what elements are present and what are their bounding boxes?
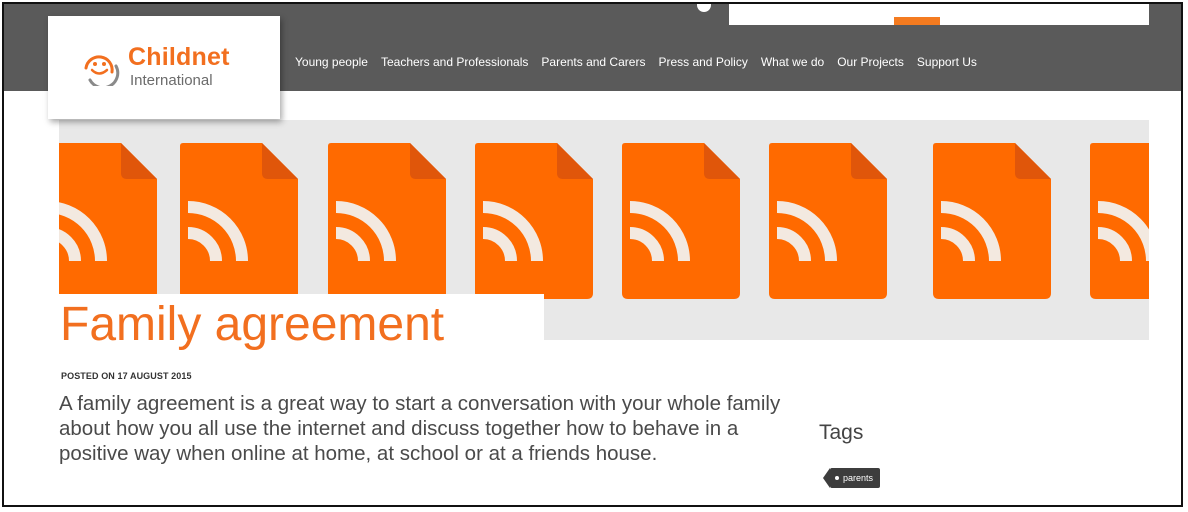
rss-feed-icon [59,143,157,299]
rss-feed-icon [769,143,887,299]
smiley-logo-icon [80,50,124,91]
tag-hole-icon [835,476,839,480]
nav-item-press-policy[interactable]: Press and Policy [658,55,747,69]
article-lead: A family agreement is a great way to sta… [59,392,781,465]
rss-feed-icon [180,143,298,299]
main-navigation: Young people Teachers and Professionals … [295,55,977,69]
post-date: POSTED ON 17 AUGUST 2015 [61,371,192,381]
rss-feed-icon [475,143,593,299]
rss-feed-icon [622,143,740,299]
nav-item-teachers-professionals[interactable]: Teachers and Professionals [381,55,528,69]
header-decoration [697,4,711,12]
nav-item-our-projects[interactable]: Our Projects [837,55,904,69]
browser-viewport: Young people Teachers and Professionals … [2,2,1183,507]
site-logo[interactable]: Childnet International [48,16,280,119]
page-title: Family agreement [60,298,445,351]
title-background-extension [544,340,797,354]
tag-parents[interactable]: parents [822,468,881,488]
tags-heading: Tags [819,421,864,444]
nav-item-support-us[interactable]: Support Us [917,55,977,69]
logo-title: Childnet [128,43,230,71]
tag-label: parents [843,473,874,483]
nav-item-what-we-do[interactable]: What we do [761,55,824,69]
rss-feed-icon [1090,143,1149,299]
logo-subtitle: International [130,72,213,89]
nav-item-parents-carers[interactable]: Parents and Carers [541,55,645,69]
rss-feed-icon [933,143,1051,299]
rss-feed-icon [328,143,446,299]
nav-item-young-people[interactable]: Young people [295,55,368,69]
top-accent-tab[interactable] [894,17,940,25]
